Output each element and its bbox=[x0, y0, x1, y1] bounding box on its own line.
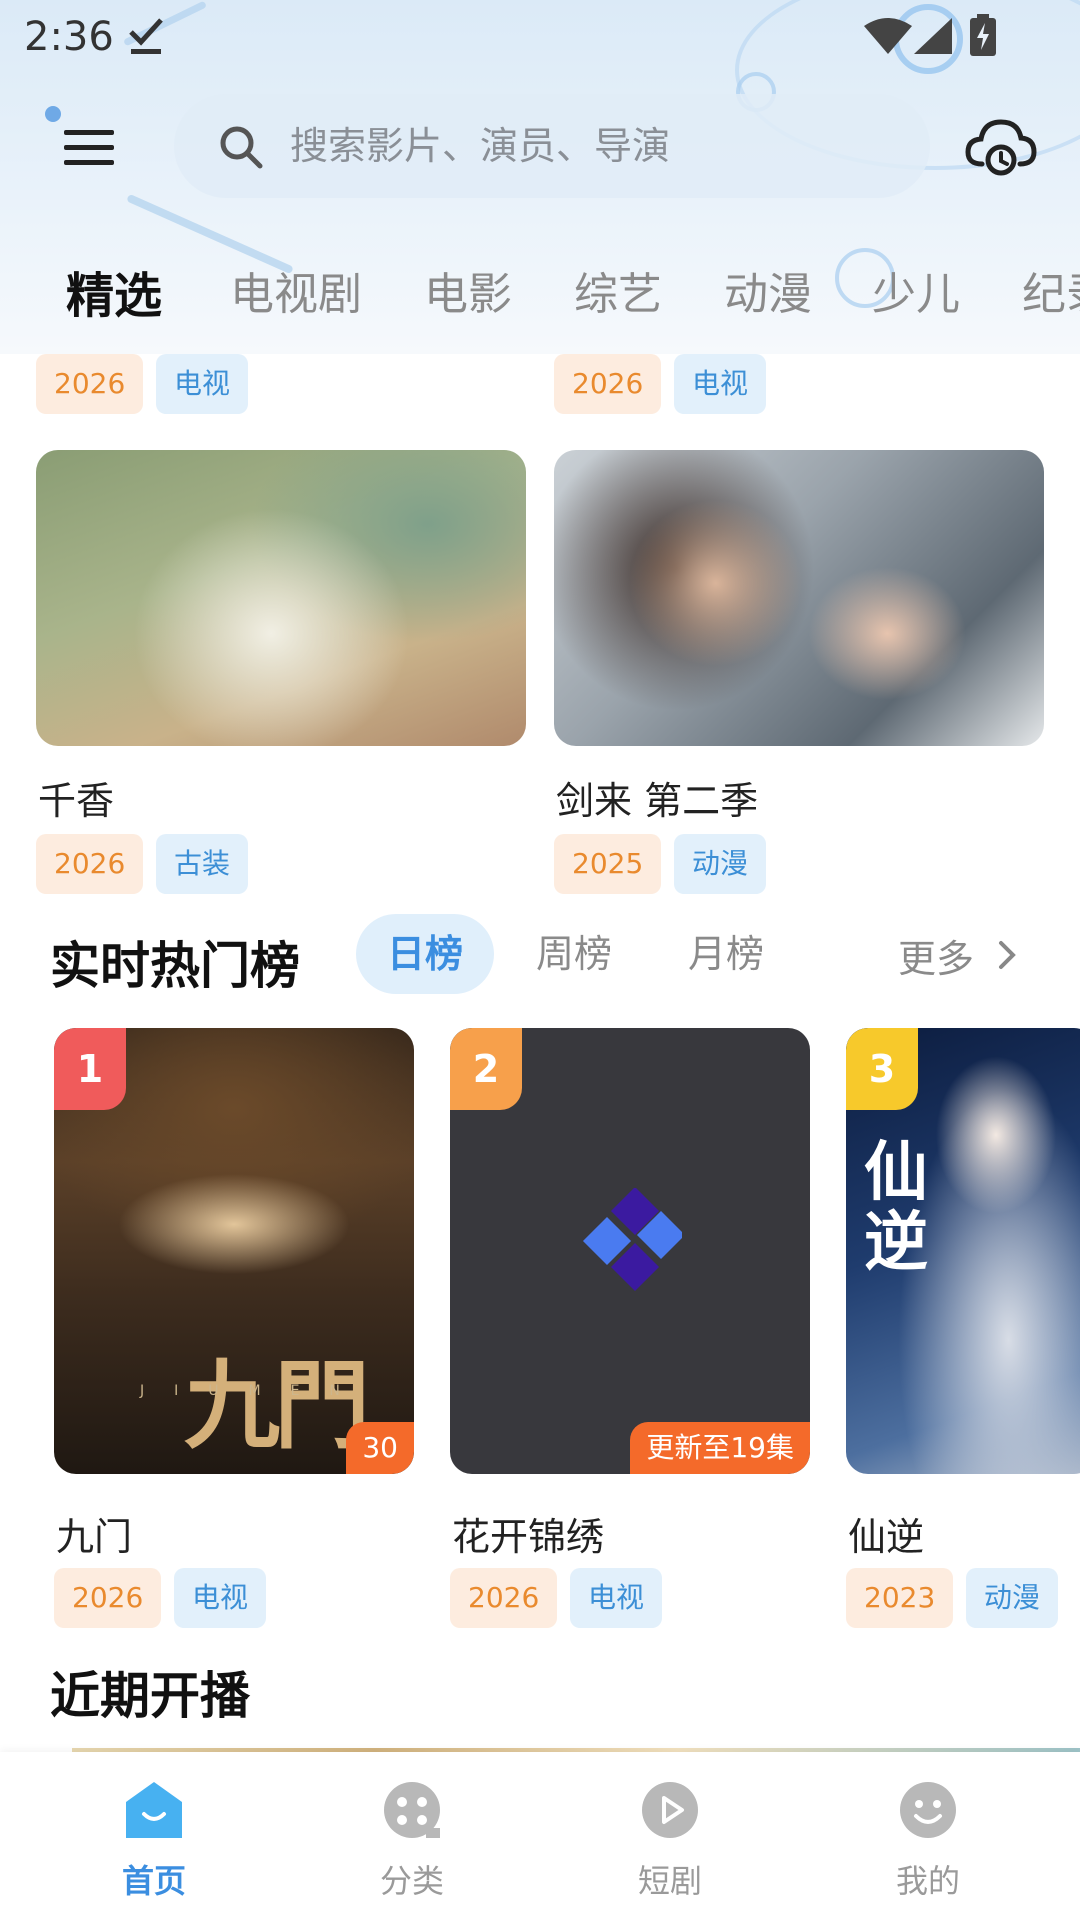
category-icon bbox=[384, 1782, 440, 1838]
card-title[interactable]: 千香 bbox=[38, 770, 114, 825]
rank-tab-daily[interactable]: 日榜 bbox=[356, 914, 494, 994]
rank-badge: 1 bbox=[54, 1028, 126, 1110]
card-title[interactable]: 九门 bbox=[56, 1506, 132, 1561]
nav-short-drama[interactable]: 短剧 bbox=[590, 1752, 750, 1920]
signal-icon bbox=[914, 18, 952, 54]
smile-icon bbox=[900, 1782, 956, 1838]
nav-profile[interactable]: 我的 bbox=[848, 1752, 1008, 1920]
year-tag: 2026 bbox=[36, 834, 144, 894]
tab-variety[interactable]: 综艺 bbox=[574, 258, 662, 322]
bottom-nav: 首页 分类 短剧 我的 bbox=[0, 1752, 1080, 1920]
nav-label: 首页 bbox=[121, 1862, 186, 1900]
more-link[interactable]: 更多 bbox=[898, 928, 974, 983]
check-icon bbox=[129, 18, 163, 54]
cloud-icon[interactable] bbox=[964, 116, 1038, 178]
tab-tv-series[interactable]: 电视剧 bbox=[230, 258, 362, 322]
episode-badge: 更新至19集 bbox=[630, 1422, 810, 1474]
year-tag: 2023 bbox=[846, 1568, 954, 1628]
home-icon bbox=[126, 1782, 182, 1838]
section-title: 近期开播 bbox=[50, 1667, 250, 1725]
play-icon bbox=[642, 1782, 698, 1838]
poster-image[interactable]: 2 更新至19集 bbox=[450, 1028, 810, 1474]
card-title[interactable]: 仙逆 bbox=[848, 1506, 924, 1561]
nav-label: 短剧 bbox=[637, 1862, 702, 1900]
nav-category[interactable]: 分类 bbox=[332, 1752, 492, 1920]
chevron-right-icon[interactable] bbox=[994, 938, 1020, 972]
type-tag: 电视 bbox=[674, 354, 767, 414]
status-time: 2:36 bbox=[24, 14, 114, 60]
type-tag: 动漫 bbox=[966, 1568, 1059, 1628]
poster-subtitle-art: JIUMEN bbox=[140, 1383, 370, 1399]
year-tag: 2026 bbox=[36, 354, 144, 414]
year-tag: 2026 bbox=[554, 354, 662, 414]
placeholder-logo-icon bbox=[582, 1188, 682, 1292]
rank-tab-monthly[interactable]: 月榜 bbox=[688, 914, 764, 994]
search-bar[interactable] bbox=[174, 94, 930, 198]
year-tag: 2026 bbox=[450, 1568, 558, 1628]
year-tag: 2025 bbox=[554, 834, 662, 894]
poster-title-art: 仙逆 bbox=[864, 1135, 928, 1280]
nav-label: 分类 bbox=[379, 1862, 444, 1900]
poster-image[interactable] bbox=[554, 450, 1044, 746]
menu-icon[interactable] bbox=[62, 128, 118, 168]
decor-dot bbox=[45, 106, 61, 122]
poster-image[interactable]: 九門 JIUMEN 1 30 bbox=[54, 1028, 414, 1474]
main-content: 2026 电视 2026 电视 千香 2026 古装 剑来 第二季 2025 动… bbox=[0, 354, 1080, 1752]
poster-image[interactable] bbox=[36, 450, 526, 746]
card-title[interactable]: 花开锦绣 bbox=[452, 1506, 604, 1561]
rank-badge: 2 bbox=[450, 1028, 522, 1110]
type-tag: 电视 bbox=[156, 354, 249, 414]
nav-label: 我的 bbox=[895, 1862, 960, 1900]
section-title: 实时热门榜 bbox=[50, 937, 300, 995]
poster-image[interactable]: 仙逆 3 bbox=[846, 1028, 1080, 1474]
tab-anime[interactable]: 动漫 bbox=[724, 258, 812, 322]
nav-home[interactable]: 首页 bbox=[74, 1752, 234, 1920]
battery-icon bbox=[970, 14, 996, 56]
wifi-icon bbox=[864, 18, 912, 54]
tab-movies[interactable]: 电影 bbox=[424, 258, 512, 322]
rank-badge: 3 bbox=[846, 1028, 918, 1110]
tab-kids[interactable]: 少儿 bbox=[872, 258, 960, 322]
tab-featured[interactable]: 精选 bbox=[66, 256, 162, 326]
type-tag: 古装 bbox=[156, 834, 249, 894]
status-bar: 2:36 bbox=[0, 0, 1080, 72]
rank-tab-weekly[interactable]: 周榜 bbox=[536, 914, 612, 994]
search-input[interactable] bbox=[290, 120, 890, 172]
card-title[interactable]: 剑来 第二季 bbox=[556, 770, 758, 825]
type-tag: 电视 bbox=[174, 1568, 267, 1628]
category-tabs: 精选 电视剧 电影 综艺 动漫 少儿 纪录 bbox=[0, 258, 1080, 328]
header: 2:36 精选 电视剧 bbox=[0, 0, 1080, 354]
episode-badge: 30 bbox=[346, 1422, 414, 1474]
search-icon bbox=[220, 126, 263, 169]
type-tag: 电视 bbox=[570, 1568, 663, 1628]
year-tag: 2026 bbox=[54, 1568, 162, 1628]
tab-documentary[interactable]: 纪录 bbox=[1022, 258, 1080, 322]
type-tag: 动漫 bbox=[674, 834, 767, 894]
